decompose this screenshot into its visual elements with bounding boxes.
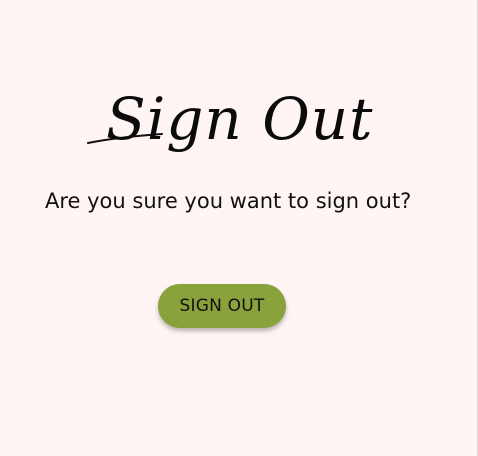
- page-title-svg: Sign Out: [87, 85, 372, 153]
- sign-out-button[interactable]: SIGN OUT: [158, 284, 286, 328]
- page-title-wrap: Sign Out: [86, 82, 372, 182]
- page-title: Sign Out: [106, 85, 373, 153]
- signout-confirmation-text: Are you sure you want to sign out?: [45, 189, 412, 213]
